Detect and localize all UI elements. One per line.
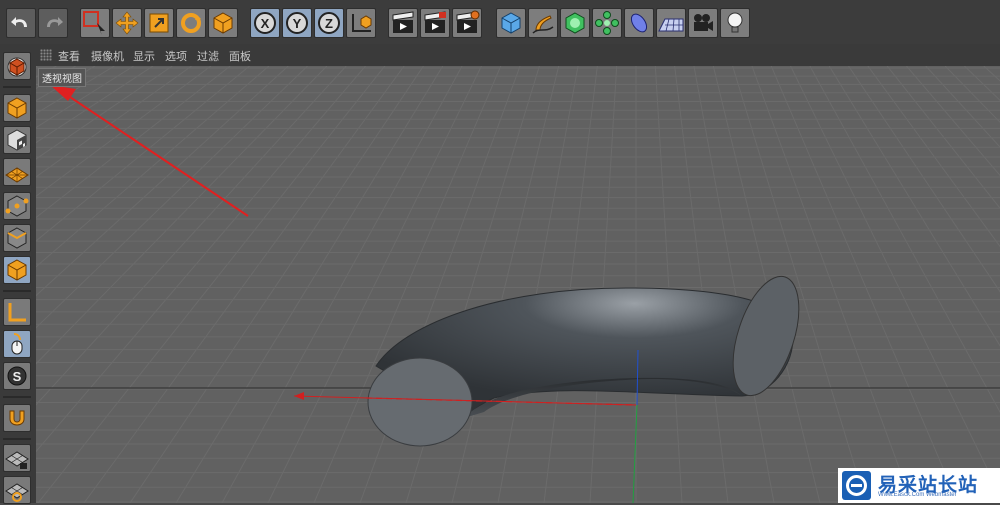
z-axis-icon: Z bbox=[318, 12, 340, 34]
z-axis-lock-button[interactable]: Z bbox=[314, 8, 344, 38]
y-axis-lock-button[interactable]: Y bbox=[282, 8, 312, 38]
texture-mode-icon bbox=[7, 129, 27, 151]
menu-camera[interactable]: 摄像机 bbox=[91, 48, 124, 64]
redo-button[interactable] bbox=[38, 8, 68, 38]
make-editable-icon bbox=[7, 57, 27, 77]
axis-mode-icon bbox=[8, 303, 26, 322]
planar-workplane-button[interactable] bbox=[3, 476, 31, 504]
array-icon bbox=[595, 11, 619, 35]
watermark-logo-icon bbox=[842, 471, 871, 500]
move-button[interactable] bbox=[112, 8, 142, 38]
redo-icon bbox=[47, 17, 63, 27]
recent-object-icon bbox=[213, 12, 233, 34]
points-mode-icon bbox=[5, 195, 29, 217]
pen-spline-button[interactable] bbox=[528, 8, 558, 38]
panel-grip-icon[interactable] bbox=[40, 49, 52, 61]
floor-button[interactable] bbox=[656, 8, 686, 38]
workplane-mode-button[interactable] bbox=[3, 158, 31, 186]
floor-grid bbox=[36, 66, 1000, 503]
menu-options[interactable]: 选项 bbox=[165, 48, 187, 64]
render-settings-button[interactable] bbox=[452, 8, 482, 38]
torus-cap-left[interactable] bbox=[367, 357, 473, 447]
edges-mode-button[interactable] bbox=[3, 224, 31, 252]
points-mode-button[interactable] bbox=[3, 192, 31, 220]
sidebar-divider bbox=[3, 86, 31, 88]
live-selection-button[interactable] bbox=[80, 8, 110, 38]
tweak-mode-button[interactable] bbox=[3, 330, 31, 358]
polygons-mode-icon bbox=[7, 259, 27, 281]
scale-icon bbox=[149, 13, 169, 33]
svg-text:Y: Y bbox=[293, 16, 302, 31]
sidebar-divider bbox=[3, 290, 31, 292]
lock-workplane-button[interactable] bbox=[3, 444, 31, 472]
snap-icon: S bbox=[7, 366, 27, 386]
polygons-mode-button[interactable] bbox=[3, 256, 31, 284]
x-axis-lock-button[interactable]: X bbox=[250, 8, 280, 38]
live-select-icon bbox=[83, 11, 105, 35]
menu-filter[interactable]: 过滤 bbox=[197, 48, 219, 64]
x-axis-arrow-icon bbox=[294, 392, 304, 400]
torus-object[interactable] bbox=[367, 268, 812, 447]
svg-text:X: X bbox=[261, 16, 270, 31]
recent-object-button[interactable] bbox=[208, 8, 238, 38]
subdivision-surface-button[interactable] bbox=[560, 8, 590, 38]
planar-workplane-icon bbox=[5, 483, 29, 502]
workplane-icon bbox=[5, 167, 29, 183]
svg-text:S: S bbox=[13, 369, 22, 384]
render-to-picture-viewer-button[interactable] bbox=[420, 8, 450, 38]
world-coordinate-icon bbox=[352, 14, 372, 32]
menu-view[interactable]: 查看 bbox=[58, 48, 80, 64]
main-toolbar: X Y Z bbox=[0, 0, 1000, 45]
viewport-title-label[interactable]: 透视视图 bbox=[38, 68, 86, 87]
magnet-icon bbox=[9, 410, 25, 426]
sidebar-divider bbox=[3, 396, 31, 398]
coordinate-system-button[interactable] bbox=[346, 8, 376, 38]
light-icon bbox=[727, 12, 743, 33]
undo-icon bbox=[11, 17, 27, 27]
perspective-viewport[interactable] bbox=[36, 66, 1000, 503]
deformer-button[interactable] bbox=[624, 8, 654, 38]
svg-text:Z: Z bbox=[325, 16, 333, 31]
rotate-icon bbox=[181, 13, 201, 33]
site-watermark: 易采站长站 Www.Easck.Com Webmaster bbox=[838, 468, 1000, 503]
y-axis-icon: Y bbox=[286, 12, 308, 34]
make-editable-button[interactable] bbox=[3, 52, 31, 80]
model-mode-icon bbox=[7, 97, 27, 119]
lock-workplane-icon bbox=[5, 451, 29, 469]
rotate-button[interactable] bbox=[176, 8, 206, 38]
undo-button[interactable] bbox=[6, 8, 36, 38]
texture-mode-button[interactable] bbox=[3, 126, 31, 154]
x-axis-icon: X bbox=[254, 12, 276, 34]
watermark-subtitle: Www.Easck.Com Webmaster bbox=[878, 492, 957, 498]
viewport-menubar: 查看 摄像机 显示 选项 过滤 面板 bbox=[36, 44, 1000, 67]
mode-palette: S bbox=[0, 44, 36, 504]
pen-spline-icon bbox=[532, 15, 554, 34]
model-mode-button[interactable] bbox=[3, 94, 31, 122]
render-view-button[interactable] bbox=[388, 8, 418, 38]
array-button[interactable] bbox=[592, 8, 622, 38]
snap-button[interactable]: S bbox=[3, 362, 31, 390]
camera-icon bbox=[694, 14, 713, 31]
render-settings-icon bbox=[456, 10, 480, 33]
cube-object-button[interactable] bbox=[496, 8, 526, 38]
sidebar-divider bbox=[3, 438, 31, 440]
viewport-scene[interactable] bbox=[36, 66, 1000, 503]
deformer-icon bbox=[630, 13, 648, 33]
render-picture-viewer-icon bbox=[424, 11, 446, 33]
magnet-button[interactable] bbox=[3, 404, 31, 432]
camera-button[interactable] bbox=[688, 8, 718, 38]
light-button[interactable] bbox=[720, 8, 750, 38]
move-icon bbox=[115, 11, 139, 35]
scale-button[interactable] bbox=[144, 8, 174, 38]
axis-mode-button[interactable] bbox=[3, 298, 31, 326]
tweak-mode-icon bbox=[11, 333, 23, 355]
subdivision-surface-icon bbox=[565, 12, 585, 34]
cube-primitive-icon bbox=[501, 12, 521, 34]
menu-display[interactable]: 显示 bbox=[133, 48, 155, 64]
floor-icon bbox=[658, 18, 684, 32]
edges-mode-icon bbox=[7, 227, 27, 249]
render-view-icon bbox=[392, 11, 414, 33]
menu-panel[interactable]: 面板 bbox=[229, 48, 251, 64]
